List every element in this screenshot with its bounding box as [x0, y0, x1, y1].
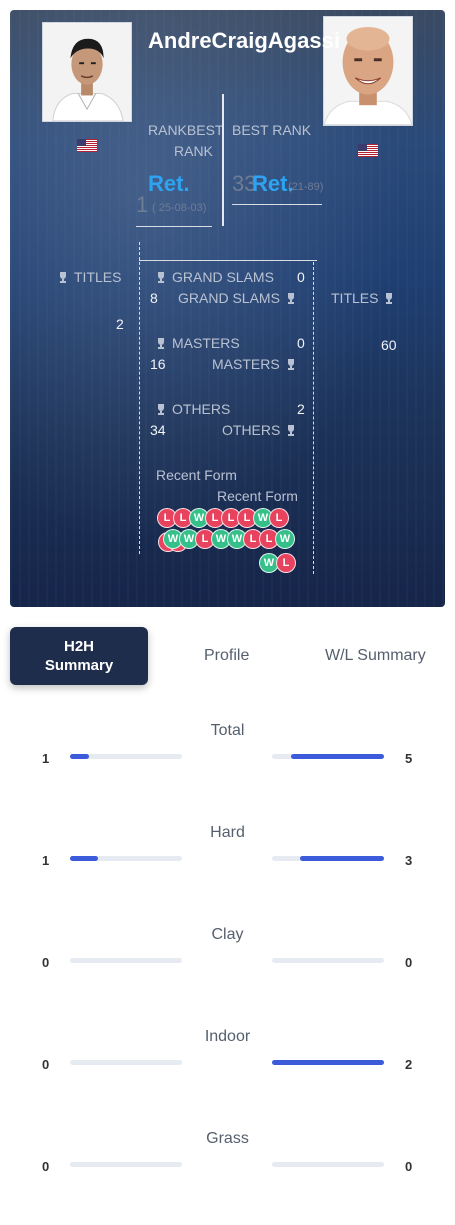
right-player-count: 0	[405, 1159, 413, 1174]
left-rank-label-2: RANK	[174, 143, 213, 159]
tab-profile[interactable]: Profile	[204, 647, 249, 665]
left-player-name[interactable]: AndreCraigAgassi	[148, 28, 340, 54]
right-grand-slams-value: 8	[150, 290, 158, 306]
left-titles-value: 2	[116, 316, 124, 332]
player-photo-image	[43, 23, 131, 121]
h2h-page: AndreCraigAgassi RANKBEST RANK BEST RANK…	[0, 0, 455, 1225]
left-bar-track	[70, 958, 182, 963]
titles-label-text: TITLES	[331, 290, 379, 306]
left-others-label: OTHERS	[156, 401, 230, 417]
right-rank-value: Ret.	[252, 171, 294, 196]
masters-label-text: MASTERS	[212, 356, 280, 372]
right-bar-fill	[291, 754, 384, 759]
right-player-count: 0	[405, 955, 413, 970]
tab-h2h-summary[interactable]: H2H Summary	[10, 627, 148, 685]
masters-label-text: MASTERS	[172, 335, 240, 351]
tab-label: H2H	[63, 638, 94, 655]
right-player-count: 2	[405, 1057, 413, 1072]
left-bar-track	[70, 1162, 182, 1167]
right-grand-slams-label: GRAND SLAMS	[178, 290, 296, 306]
us-flag-icon	[77, 139, 97, 152]
grand-slams-label-text: GRAND SLAMS	[178, 290, 280, 306]
left-column-divider	[139, 242, 140, 554]
tab-label: Summary	[44, 657, 114, 674]
right-bar-track	[272, 1162, 384, 1167]
us-flag-icon	[358, 144, 378, 157]
right-masters-value: 16	[150, 356, 166, 372]
right-recent-form-label: Recent Form	[217, 488, 298, 504]
h2h-category-label: Grass	[206, 1130, 249, 1147]
left-player-photo[interactable]	[42, 22, 132, 122]
right-titles-label: TITLES	[331, 290, 394, 306]
trophy-icon	[286, 425, 296, 436]
divider	[136, 226, 212, 227]
others-label-text: OTHERS	[172, 401, 231, 417]
divider	[232, 204, 322, 205]
players-hero-card: AndreCraigAgassi RANKBEST RANK BEST RANK…	[10, 10, 445, 607]
trophy-icon	[156, 338, 166, 349]
left-recent-form-label: Recent Form	[156, 467, 237, 483]
left-rank-value: Ret.	[148, 171, 190, 196]
right-player-count: 5	[405, 751, 413, 766]
left-bar-track	[70, 754, 182, 759]
right-others-value: 34	[150, 422, 166, 438]
h2h-category-label: Clay	[211, 926, 244, 943]
left-player-count: 0	[42, 1057, 50, 1072]
right-rank-label: BEST RANK	[232, 122, 312, 138]
right-others-label: OTHERS	[222, 422, 296, 438]
win-badge: W	[275, 529, 295, 549]
loss-badge: L	[269, 508, 289, 528]
loss-badge: L	[276, 553, 296, 573]
others-label-text: OTHERS	[222, 422, 281, 438]
right-bar-track	[272, 754, 384, 759]
divider	[139, 260, 317, 261]
left-grand-slams-label: GRAND SLAMS	[156, 269, 274, 285]
right-bar-track	[272, 958, 384, 963]
player-name-text: AndreCraigAgassi	[148, 28, 340, 53]
divider	[222, 94, 224, 226]
left-bar-track	[70, 1060, 182, 1065]
h2h-category-label: Hard	[210, 824, 245, 841]
right-masters-label: MASTERS	[212, 356, 296, 372]
trophy-icon	[156, 404, 166, 415]
grand-slams-label-text: GRAND SLAMS	[172, 269, 274, 285]
right-player-count: 3	[405, 853, 413, 868]
right-bar-fill	[272, 1060, 384, 1065]
right-bar-fill	[300, 856, 384, 861]
left-bar-track	[70, 856, 182, 861]
left-rank-label: RANKBEST	[148, 122, 224, 138]
left-best-rank-value: 1	[136, 192, 149, 217]
left-player-count: 1	[42, 751, 50, 766]
left-player-count: 0	[42, 1159, 50, 1174]
left-player-count: 0	[42, 955, 50, 970]
h2h-category-label: Indoor	[204, 1028, 251, 1045]
left-masters-value: 0	[297, 335, 305, 351]
left-grand-slams-value: 0	[297, 269, 305, 285]
trophy-icon	[286, 293, 296, 304]
right-column-divider	[313, 262, 314, 574]
right-titles-value: 60	[381, 337, 397, 353]
left-player-count: 1	[42, 853, 50, 868]
right-bar-track	[272, 856, 384, 861]
left-bar-fill	[70, 754, 89, 759]
left-best-rank-date: ( 25-08-03)	[152, 202, 207, 214]
trophy-icon	[156, 272, 166, 283]
h2h-category-label: Total	[210, 722, 245, 739]
trophy-icon	[384, 293, 394, 304]
tab-wl-summary[interactable]: W/L Summary	[325, 647, 426, 665]
left-others-value: 2	[297, 401, 305, 417]
trophy-icon	[286, 359, 296, 370]
trophy-icon	[58, 272, 68, 283]
left-titles-label: TITLES	[58, 269, 121, 285]
right-bar-track	[272, 1060, 384, 1065]
left-masters-label: MASTERS	[156, 335, 240, 351]
left-bar-fill	[70, 856, 98, 861]
titles-label-text: TITLES	[74, 269, 122, 285]
